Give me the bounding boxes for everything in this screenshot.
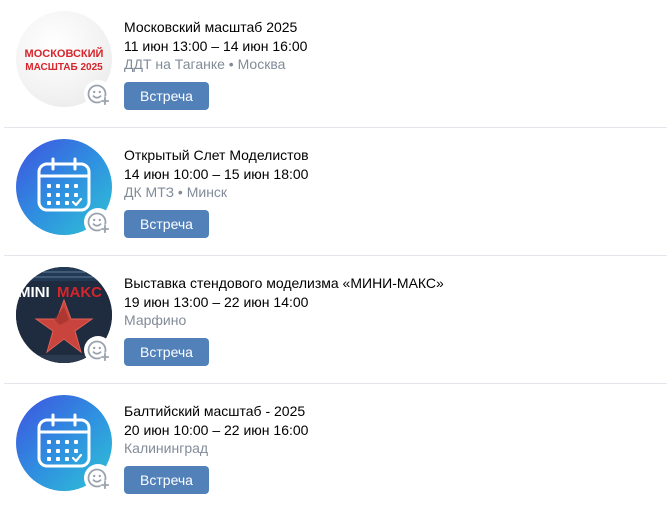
event-item[interactable]: MINI MAKC Выставка стендового моделизма …: [4, 256, 667, 384]
events-list: МОСКОВСКИЙ МАСШТАБ 2025 Московский масшт…: [0, 0, 667, 512]
add-reaction-icon[interactable]: [84, 336, 112, 364]
meeting-button[interactable]: Встреча: [124, 466, 209, 494]
event-info: Открытый Слет Моделистов 14 июн 10:00 – …: [124, 146, 309, 202]
event-date: 19 июн 13:00 – 22 июн 14:00: [124, 294, 309, 310]
add-reaction-icon[interactable]: [84, 464, 112, 492]
event-title[interactable]: Московский масштаб 2025: [124, 18, 307, 37]
logo-line-1: МОСКОВСКИЙ: [25, 47, 104, 60]
event-item[interactable]: Открытый Слет Моделистов 14 июн 10:00 – …: [4, 128, 667, 256]
event-title[interactable]: Балтийский масштаб - 2025: [124, 402, 308, 421]
meeting-button[interactable]: Встреча: [124, 210, 209, 238]
event-item[interactable]: Балтийский масштаб - 2025 20 июн 10:00 –…: [4, 384, 667, 512]
event-date: 20 июн 10:00 – 22 июн 16:00: [124, 422, 309, 438]
logo-line-2: МАСШТАБ 2025: [25, 62, 103, 73]
event-item[interactable]: МОСКОВСКИЙ МАСШТАБ 2025 Московский масшт…: [4, 0, 667, 128]
event-location: Марфино: [124, 312, 187, 328]
meeting-button[interactable]: Встреча: [124, 338, 209, 366]
event-info: Балтийский масштаб - 2025 20 июн 10:00 –…: [124, 402, 308, 458]
add-reaction-icon[interactable]: [84, 208, 112, 236]
svg-text:MINI: MINI: [18, 284, 50, 301]
event-date: 14 июн 10:00 – 15 июн 18:00: [124, 166, 309, 182]
svg-text:MAKC: MAKC: [57, 284, 102, 301]
event-location: ДДТ на Таганке • Москва: [124, 56, 286, 72]
event-location: Калининград: [124, 440, 209, 456]
event-info: Выставка стендового моделизма «МИНИ-МАКС…: [124, 274, 444, 330]
event-location: ДК МТЗ • Минск: [124, 184, 228, 200]
add-reaction-icon[interactable]: [84, 80, 112, 108]
event-date: 11 июн 13:00 – 14 июн 16:00: [124, 38, 308, 54]
meeting-button[interactable]: Встреча: [124, 82, 209, 110]
event-info: Московский масштаб 2025 11 июн 13:00 – 1…: [124, 18, 307, 74]
event-title[interactable]: Открытый Слет Моделистов: [124, 146, 309, 165]
event-title[interactable]: Выставка стендового моделизма «МИНИ-МАКС…: [124, 274, 444, 293]
